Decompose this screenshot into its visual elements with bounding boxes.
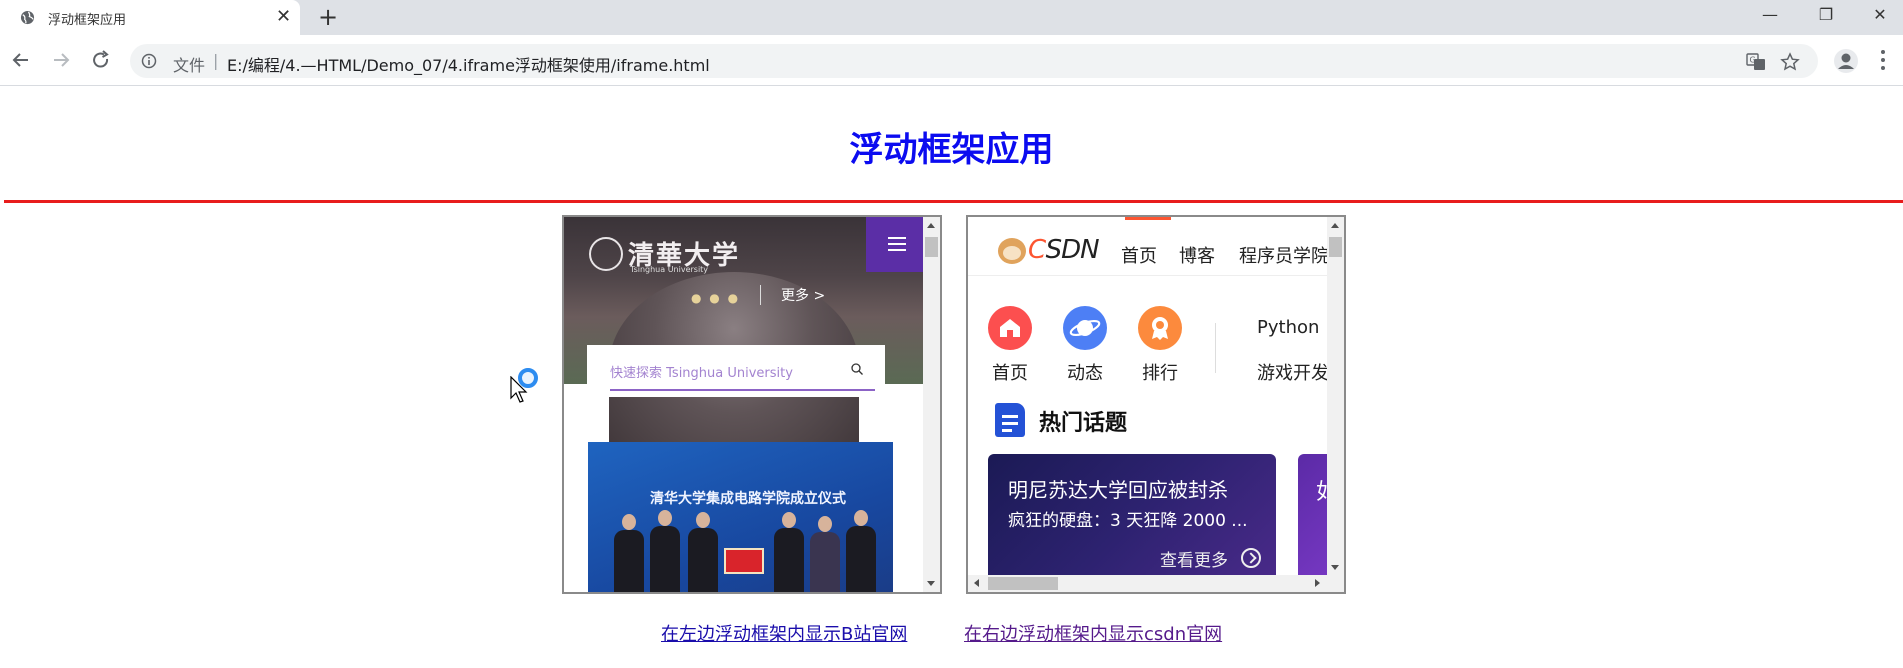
info-icon[interactable]	[141, 53, 157, 69]
more-link[interactable]: 更多 >	[760, 285, 825, 305]
shortcut-label-home[interactable]: 首页	[988, 359, 1032, 385]
ceremony-plaque	[724, 548, 764, 574]
person-figure	[688, 512, 718, 592]
home-icon[interactable]	[988, 306, 1032, 350]
show-csdn-right-link[interactable]: 在右边浮动框架内显示csdn官网	[964, 620, 1222, 646]
category-game-dev[interactable]: 游戏开发	[1257, 359, 1329, 385]
scroll-right-arrow-icon[interactable]	[1315, 579, 1320, 587]
left-iframe-scrollbar[interactable]	[923, 217, 940, 592]
scroll-up-arrow-icon[interactable]	[927, 223, 935, 228]
new-tab-button[interactable]: +	[318, 3, 338, 31]
scroll-down-arrow-icon[interactable]	[1331, 565, 1339, 570]
left-iframe[interactable]: 清華大学 Tsinghua University ● ● ● 更多 > 快速探索…	[562, 215, 942, 594]
svg-text:G: G	[1750, 56, 1756, 65]
medal-icon[interactable]	[1138, 306, 1182, 350]
csdn-logo[interactable]: CSDN	[1028, 235, 1100, 265]
person-figure	[846, 510, 876, 592]
right-iframe[interactable]: CSDN 首页 博客 程序员学院 首页 动态 排行 Python 游戏开发 热门…	[966, 215, 1346, 594]
scroll-thumb[interactable]	[988, 577, 1058, 590]
bookmark-star-icon[interactable]	[1780, 52, 1800, 72]
view-more-link[interactable]: 查看更多	[1160, 546, 1228, 571]
nav-academy[interactable]: 程序员学院	[1239, 242, 1329, 268]
horizontal-rule	[4, 200, 1903, 203]
reload-icon[interactable]	[88, 47, 114, 73]
tab-strip: 浮动框架应用 ✕ + — ❐ ✕	[0, 0, 1903, 35]
window-close-button[interactable]: ✕	[1857, 4, 1903, 26]
globe-icon	[20, 10, 35, 25]
search-underline	[610, 389, 875, 391]
scroll-thumb[interactable]	[1329, 237, 1342, 257]
show-bilibili-left-link[interactable]: 在左边浮动框架内显示B站官网	[661, 620, 907, 646]
translate-icon[interactable]: G	[1746, 52, 1766, 72]
card-subline[interactable]: 疯狂的硬盘：3 天狂降 2000 ...	[1008, 506, 1248, 531]
address-bar[interactable]: 文件 | E:/编程/4.—HTML/Demo_07/4.iframe浮动框架使…	[130, 44, 1818, 78]
profile-avatar-icon[interactable]	[1833, 48, 1859, 74]
protocol-label: 文件	[173, 56, 206, 75]
tsinghua-search-box[interactable]: 快速探索 Tsinghua University	[587, 345, 885, 397]
person-figure	[614, 514, 644, 592]
person-figure	[774, 512, 804, 592]
scroll-thumb[interactable]	[925, 237, 938, 257]
hot-topics-icon	[995, 403, 1025, 437]
page-title: 浮动框架应用	[849, 130, 1054, 170]
hot-topic-card[interactable]: 明尼苏达大学回应被封杀 疯狂的硬盘：3 天狂降 2000 ... 查看更多	[988, 454, 1276, 584]
scroll-up-arrow-icon[interactable]	[1331, 223, 1339, 228]
scroll-down-arrow-icon[interactable]	[927, 581, 935, 586]
hamburger-menu-icon[interactable]	[866, 217, 925, 272]
chevron-right-icon[interactable]	[1241, 548, 1261, 568]
nav-blog[interactable]: 博客	[1179, 242, 1215, 268]
tab-close-icon[interactable]: ✕	[276, 6, 291, 28]
restore-button[interactable]: ❐	[1803, 4, 1849, 26]
browser-toolbar: 文件 | E:/编程/4.—HTML/Demo_07/4.iframe浮动框架使…	[0, 35, 1903, 86]
minimize-button[interactable]: —	[1747, 4, 1793, 26]
shortcut-label-feed[interactable]: 动态	[1063, 359, 1107, 385]
nav-home[interactable]: 首页	[1121, 242, 1157, 268]
person-figure	[810, 516, 840, 592]
more-menu-icon[interactable]	[1880, 49, 1886, 71]
ceremony-banner-text: 清华大学集成电路学院成立仪式	[650, 491, 846, 507]
tsinghua-seal-icon	[589, 237, 623, 271]
forward-icon[interactable]	[48, 47, 74, 73]
right-iframe-vertical-scrollbar[interactable]	[1327, 217, 1344, 576]
omnibox-separator: |	[213, 51, 219, 70]
news-photo[interactable]: 清华大学集成电路学院成立仪式	[588, 442, 893, 592]
divider	[1215, 323, 1216, 373]
csdn-header: CSDN 首页 博客 程序员学院	[968, 220, 1329, 276]
tab-active[interactable]: 浮动框架应用 ✕	[0, 0, 300, 35]
right-iframe-horizontal-scrollbar[interactable]	[968, 575, 1344, 592]
card-headline[interactable]: 明尼苏达大学回应被封杀	[1008, 474, 1228, 503]
search-icon[interactable]	[850, 362, 864, 376]
person-figure	[650, 510, 680, 592]
shortcut-label-ranking[interactable]: 排行	[1138, 359, 1182, 385]
tsinghua-logo-subtitle: Tsinghua University	[630, 265, 709, 274]
mouse-cursor-icon	[510, 376, 528, 403]
scroll-left-arrow-icon[interactable]	[974, 579, 979, 587]
url-text[interactable]: E:/编程/4.—HTML/Demo_07/4.iframe浮动框架使用/ifr…	[227, 52, 710, 76]
carousel-dots[interactable]: ● ● ●	[691, 291, 740, 305]
hot-topics-title: 热门话题	[1039, 411, 1128, 436]
search-placeholder: 快速探索 Tsinghua University	[610, 366, 793, 381]
tab-title: 浮动框架应用	[48, 13, 127, 28]
category-python[interactable]: Python	[1257, 317, 1319, 338]
planet-icon[interactable]	[1063, 306, 1107, 350]
csdn-mascot-icon	[998, 238, 1026, 264]
back-icon[interactable]	[8, 47, 34, 73]
